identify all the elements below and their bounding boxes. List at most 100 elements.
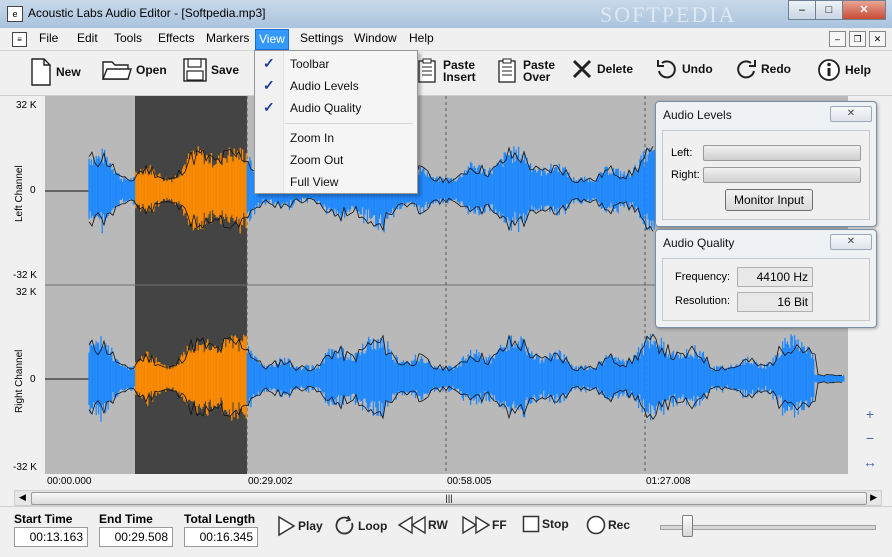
new-button[interactable]: New bbox=[30, 58, 81, 86]
paste-over-line2: Over bbox=[523, 70, 551, 84]
menu-item-zoom-out[interactable]: Zoom Out bbox=[290, 153, 343, 167]
paste-insert-icon bbox=[418, 58, 436, 83]
loop-button[interactable]: Loop bbox=[334, 515, 387, 537]
stop-label: Stop bbox=[542, 517, 569, 531]
delete-x-icon bbox=[572, 59, 592, 79]
help-button[interactable]: Help bbox=[817, 58, 871, 82]
zoom-out-icon[interactable]: − bbox=[860, 430, 880, 450]
menu-file[interactable]: File bbox=[36, 31, 61, 45]
time-label: 00:58.005 bbox=[447, 476, 492, 487]
time-label: 00:00.000 bbox=[47, 476, 92, 487]
redo-button[interactable]: Redo bbox=[735, 58, 791, 80]
undo-button[interactable]: Undo bbox=[656, 58, 713, 80]
mdi-minimize-button[interactable]: ‒ bbox=[829, 31, 846, 47]
menu-tools[interactable]: Tools bbox=[111, 31, 145, 45]
open-button[interactable]: Open bbox=[102, 58, 167, 82]
right-channel-label: Right Channel bbox=[14, 349, 25, 413]
undo-arrow-icon bbox=[657, 60, 676, 79]
window-controls: ‒ □ ✕ bbox=[788, 0, 886, 20]
audio-quality-title: Audio Quality bbox=[663, 236, 735, 250]
toolbar: New Open Save Paste Insert Paste Over Dele… bbox=[0, 51, 892, 96]
left-y-top: 32 K bbox=[16, 100, 37, 111]
menu-item-audio-levels[interactable]: Audio Levels bbox=[290, 79, 359, 93]
play-label: Play bbox=[298, 519, 323, 533]
info-icon bbox=[818, 59, 840, 81]
zoom-in-icon[interactable]: + bbox=[860, 406, 880, 426]
play-button[interactable]: Play bbox=[276, 515, 323, 537]
redo-arrow-icon bbox=[737, 60, 756, 79]
loop-icon bbox=[335, 515, 354, 535]
scroll-left-icon[interactable]: ◀ bbox=[19, 492, 26, 503]
maximize-button[interactable]: □ bbox=[815, 0, 843, 20]
menu-markers[interactable]: Markers bbox=[203, 31, 252, 45]
rewind-button[interactable]: RW bbox=[398, 515, 448, 535]
total-length-label: Total Length bbox=[184, 512, 256, 526]
end-time-label: End Time bbox=[99, 512, 153, 526]
new-label: New bbox=[56, 65, 81, 79]
floppy-disk-icon bbox=[183, 58, 207, 82]
menu-settings[interactable]: Settings bbox=[297, 31, 346, 45]
zoom-fit-icon[interactable]: ↔ bbox=[860, 454, 880, 474]
left-level-meter bbox=[703, 145, 861, 161]
scroll-thumb[interactable]: ||| bbox=[31, 492, 867, 505]
close-button[interactable]: ✕ bbox=[842, 0, 886, 20]
mdi-restore-button[interactable]: ❐ bbox=[849, 31, 866, 47]
fast-forward-icon bbox=[462, 515, 490, 535]
record-icon bbox=[586, 515, 606, 535]
start-time-group: Start Time 00:13.163 bbox=[14, 512, 88, 547]
paste-insert-button[interactable]: Paste Insert bbox=[417, 58, 476, 84]
audio-levels-panel: Audio Levels ✕ Left: Right: Monitor Inpu… bbox=[655, 101, 877, 227]
menu-window[interactable]: Window bbox=[351, 31, 400, 45]
paste-insert-line2: Insert bbox=[443, 70, 476, 84]
save-button[interactable]: Save bbox=[183, 58, 239, 82]
right-y-zero: 0 bbox=[30, 374, 36, 385]
undo-label: Undo bbox=[682, 62, 713, 76]
monitor-input-button[interactable]: Monitor Input bbox=[725, 189, 813, 211]
play-icon bbox=[278, 515, 296, 537]
total-length-field: 00:16.345 bbox=[184, 527, 258, 547]
audio-quality-close-icon[interactable]: ✕ bbox=[830, 234, 872, 250]
menu-edit[interactable]: Edit bbox=[74, 31, 101, 45]
mdi-close-button[interactable]: ✕ bbox=[869, 31, 886, 47]
menu-effects[interactable]: Effects bbox=[155, 31, 197, 45]
end-time-field[interactable]: 00:29.508 bbox=[99, 527, 173, 547]
paste-over-icon bbox=[498, 58, 516, 83]
menu-separator bbox=[285, 123, 413, 124]
save-label: Save bbox=[211, 63, 240, 77]
minimize-button[interactable]: ‒ bbox=[788, 0, 816, 20]
document-icon[interactable]: ≡ bbox=[12, 32, 27, 47]
paste-over-button[interactable]: Paste Over bbox=[497, 58, 555, 84]
right-level-label: Right: bbox=[671, 169, 700, 181]
paste-over-label: Paste Over bbox=[523, 59, 555, 83]
volume-slider-thumb[interactable] bbox=[682, 515, 693, 537]
start-time-field[interactable]: 00:13.163 bbox=[14, 527, 88, 547]
horizontal-scrollbar[interactable]: ◀ ||| ▶ bbox=[14, 490, 882, 506]
title-bar: e Acoustic Labs Audio Editor - [Softpedi… bbox=[0, 0, 892, 29]
delete-button[interactable]: Delete bbox=[571, 58, 633, 80]
loop-label: Loop bbox=[358, 519, 388, 533]
menu-item-zoom-in[interactable]: Zoom In bbox=[290, 131, 334, 145]
stop-button[interactable]: Stop bbox=[522, 515, 569, 533]
scroll-right-icon[interactable]: ▶ bbox=[870, 492, 877, 503]
audio-levels-close-icon[interactable]: ✕ bbox=[830, 106, 872, 122]
menu-help[interactable]: Help bbox=[406, 31, 437, 45]
fast-forward-button[interactable]: FF bbox=[462, 515, 507, 535]
right-y-top: 32 K bbox=[16, 287, 37, 298]
left-y-bottom: -32 K bbox=[13, 270, 37, 281]
menu-item-toolbar[interactable]: Toolbar bbox=[290, 57, 329, 71]
check-icon: ✓ bbox=[263, 77, 275, 93]
open-label: Open bbox=[136, 63, 167, 77]
app-icon[interactable]: e bbox=[7, 6, 23, 22]
resolution-label: Resolution: bbox=[675, 295, 731, 307]
menu-item-full-view[interactable]: Full View bbox=[290, 175, 338, 189]
left-channel-label: Left Channel bbox=[14, 165, 25, 222]
menu-item-audio-quality[interactable]: Audio Quality bbox=[290, 101, 361, 115]
record-button[interactable]: Rec bbox=[586, 515, 630, 535]
view-menu-dropdown: ✓ Toolbar ✓ Audio Levels ✓ Audio Quality… bbox=[254, 50, 418, 194]
rewind-label: RW bbox=[428, 518, 448, 532]
left-level-label: Left: bbox=[671, 147, 693, 159]
menu-view[interactable]: View bbox=[255, 29, 289, 50]
menu-bar: ≡ File Edit Tools Effects Markers View S… bbox=[0, 28, 892, 51]
frequency-value: 44100 Hz bbox=[737, 267, 813, 287]
check-icon: ✓ bbox=[263, 99, 275, 115]
